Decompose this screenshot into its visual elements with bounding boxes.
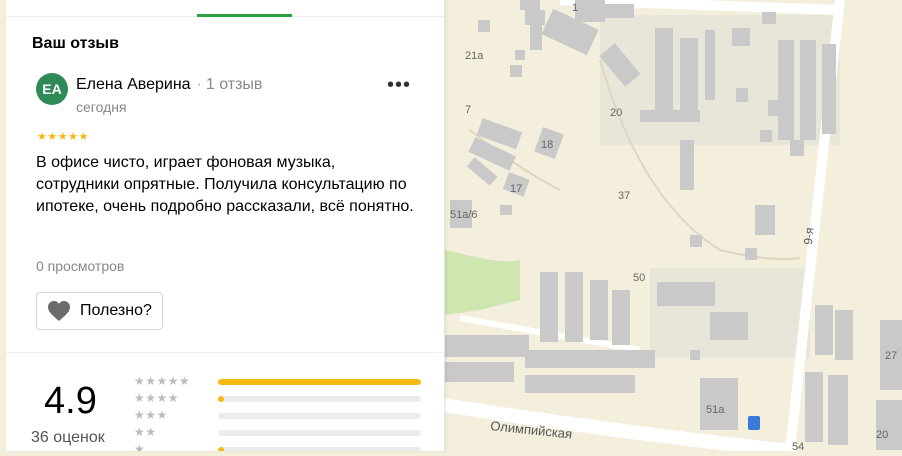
map-label-27: 27	[885, 350, 897, 362]
rating-bar	[218, 379, 421, 385]
author-separator: ·	[196, 76, 202, 93]
rating-bar-fill	[218, 396, 225, 402]
divider	[6, 352, 444, 353]
rating-bar-fill	[218, 379, 421, 385]
rating-row-stars: ★★	[134, 425, 157, 439]
author-review-count: 1 отзыв	[205, 76, 263, 93]
avatar[interactable]: ЕА	[36, 73, 68, 105]
rating-row-stars: ★	[134, 442, 146, 451]
heart-icon	[48, 301, 70, 321]
map-label-1: 1	[572, 2, 578, 14]
rating-row-stars: ★★★★	[134, 391, 180, 405]
map-label-51a6: 51а/6	[450, 209, 478, 221]
rating-row-stars: ★★★★★	[134, 374, 191, 388]
useful-button[interactable]: Полезно?	[36, 292, 163, 330]
review-stars: ★★★★★	[37, 131, 89, 143]
street-label-9: 9-я	[801, 227, 816, 245]
map-label-51a: 51а	[706, 404, 725, 416]
rating-bar	[218, 413, 421, 419]
map-label-50: 50	[633, 272, 645, 284]
active-tab-indicator	[197, 14, 292, 17]
map-label-7: 7	[465, 104, 471, 116]
map-label-21a: 21а	[465, 50, 484, 62]
map-label-20b: 20	[876, 429, 888, 441]
useful-label: Полезно?	[80, 302, 152, 319]
views-count: 0 просмотров	[36, 258, 125, 274]
rating-bar	[218, 396, 421, 402]
review-author: Елена Аверина · 1 отзыв	[76, 76, 262, 94]
rating-bar-fill	[218, 447, 225, 451]
map-label-54: 54	[792, 441, 804, 451]
rating-total: 36 оценок	[31, 429, 105, 446]
author-name[interactable]: Елена Аверина	[76, 76, 191, 93]
bus-stop-icon[interactable]	[748, 416, 760, 430]
rating-score: 4.9	[44, 380, 97, 422]
rating-bar	[218, 430, 421, 436]
review-text: В офисе чисто, играет фоновая музыка, со…	[36, 154, 414, 215]
review-panel: Ваш отзыв ЕА Елена Аверина · 1 отзыв сегод…	[6, 0, 445, 451]
more-menu-button[interactable]: •••	[387, 75, 411, 95]
map-label-37: 37	[618, 190, 630, 202]
rating-bar	[218, 447, 421, 451]
map-label-18: 18	[541, 139, 553, 151]
map-label-17: 17	[510, 183, 522, 195]
section-title: Ваш отзыв	[32, 35, 119, 52]
rating-row-stars: ★★★	[134, 408, 168, 422]
map-label-20: 20	[610, 107, 622, 119]
review-date: сегодня	[76, 99, 127, 115]
